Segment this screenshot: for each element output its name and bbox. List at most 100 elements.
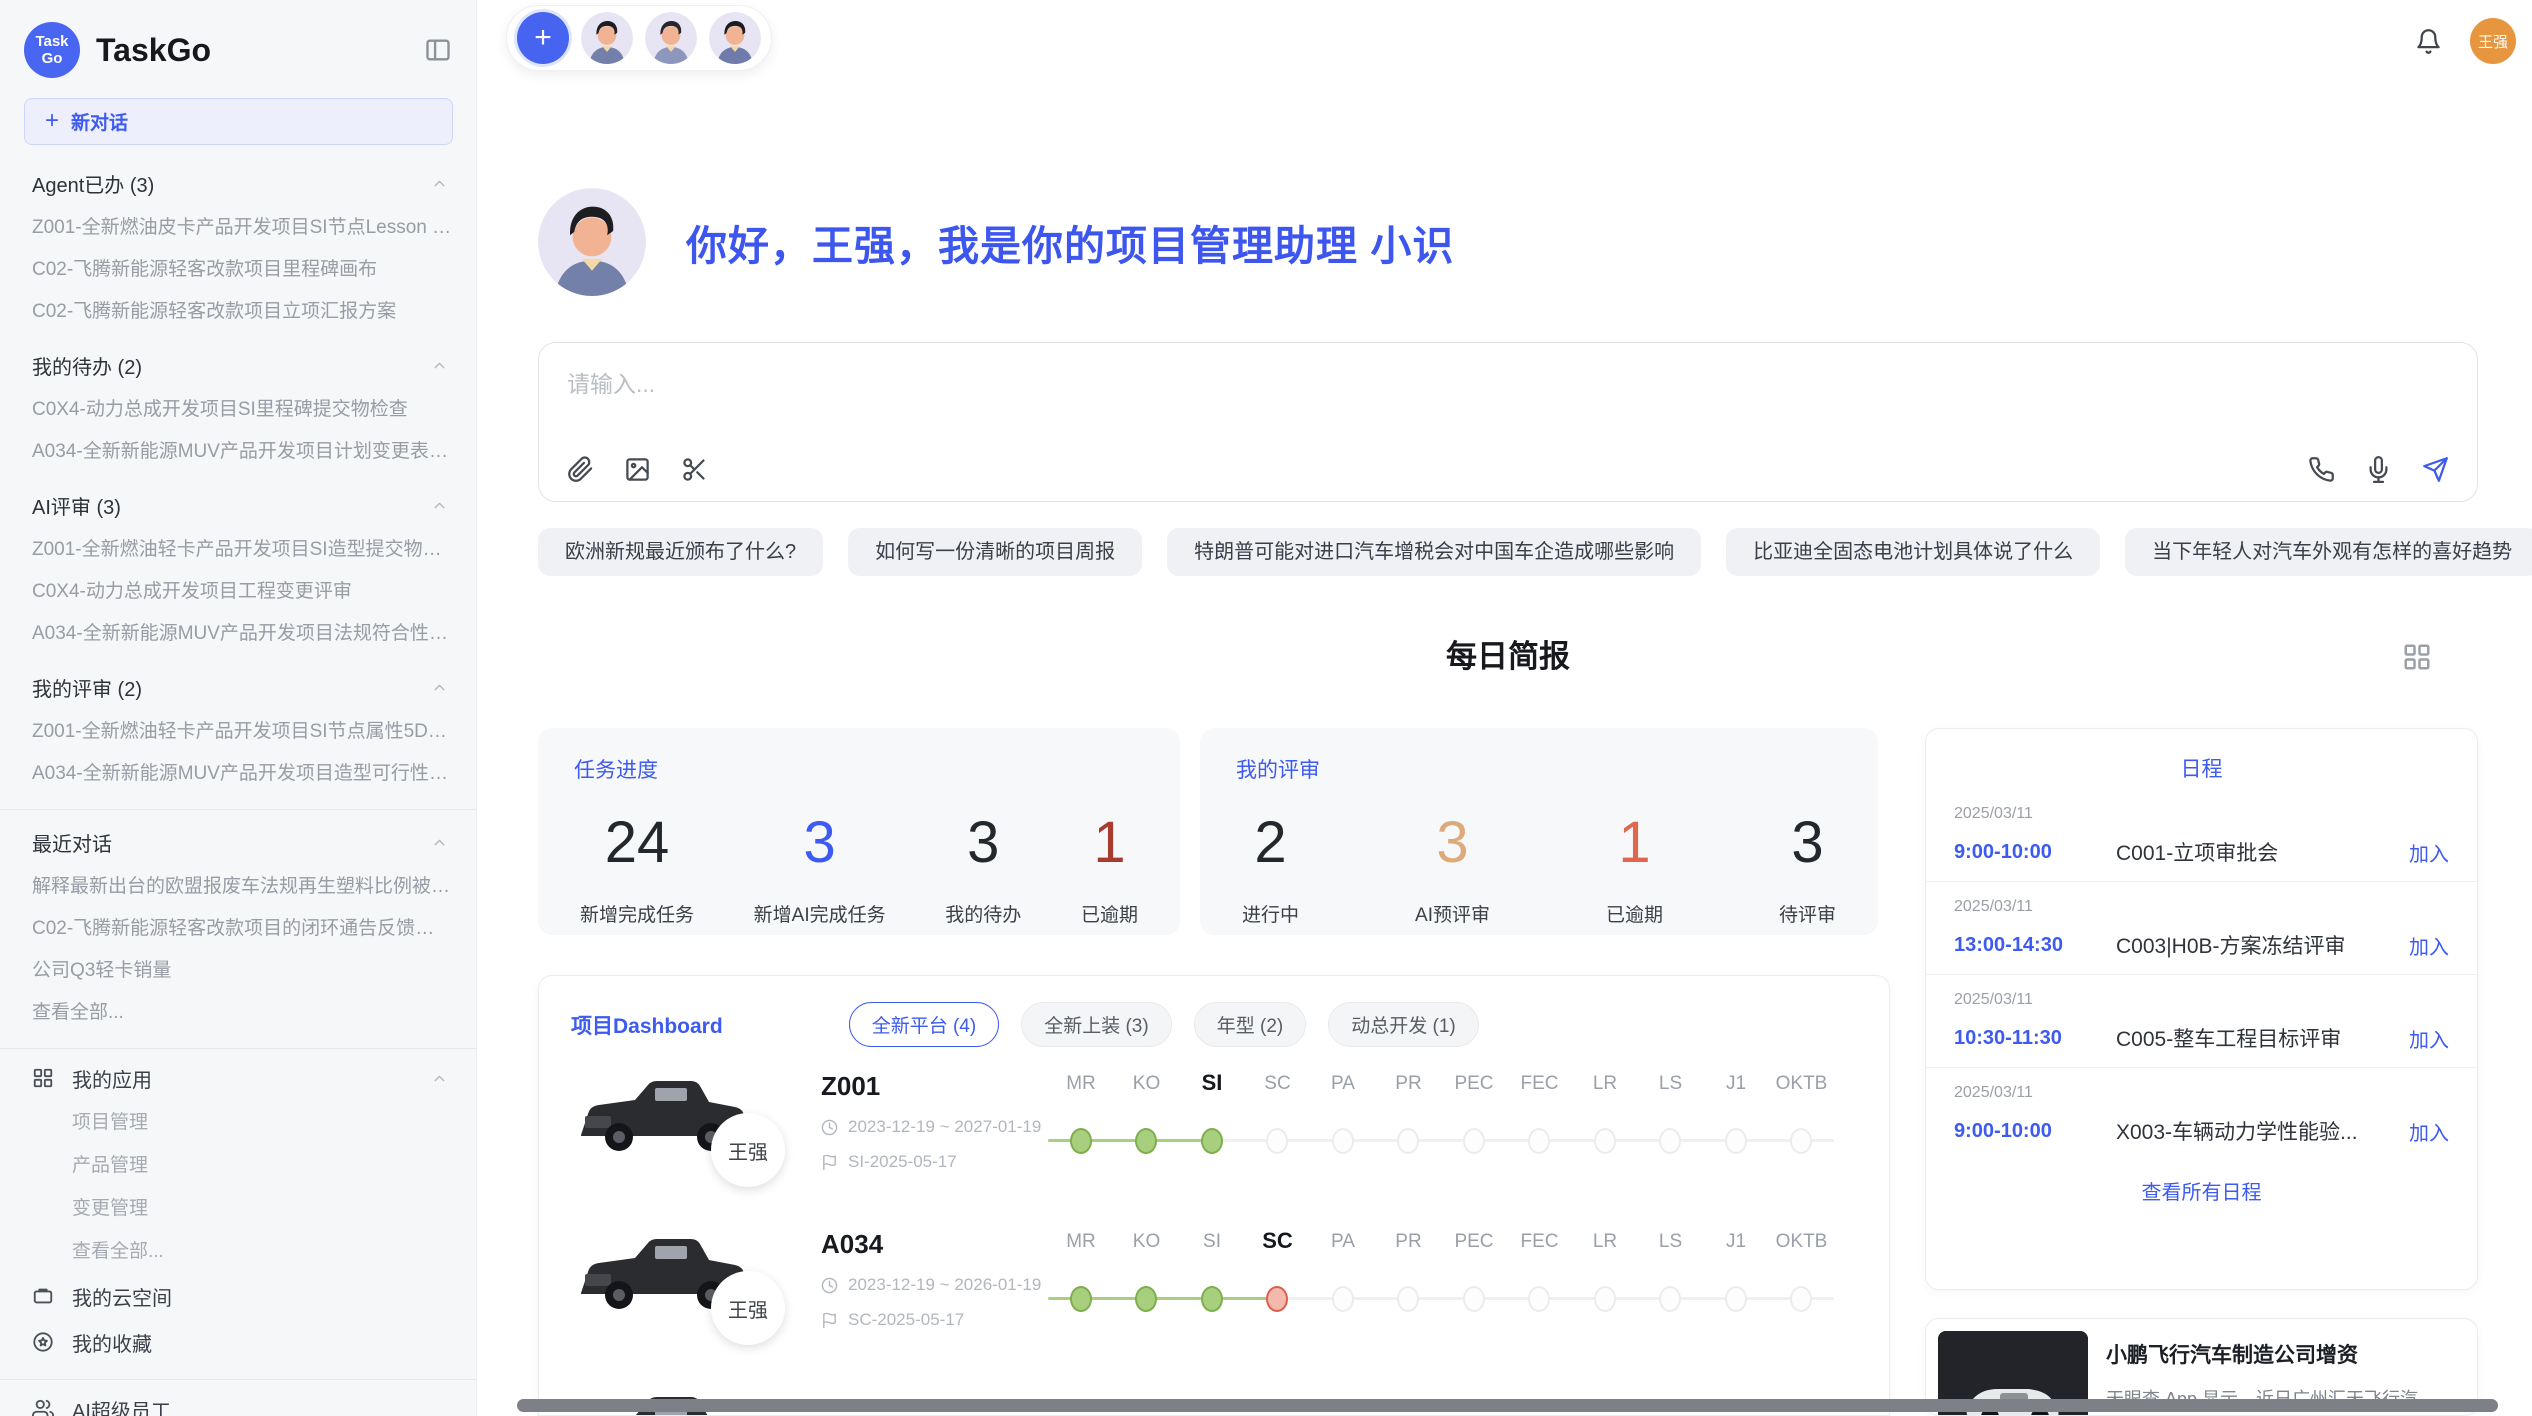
project-dates: 2023-12-19 ~ 2026-01-19 (821, 1275, 1041, 1295)
schedule-panel: 日程 2025/03/119:00-10:00C001-立项审批会加入2025/… (1925, 728, 2478, 1290)
milestone-dot[interactable] (1135, 1286, 1157, 1312)
dashboard-tab[interactable]: 全新上装 (3) (1021, 1002, 1172, 1047)
sidebar-item[interactable]: C02-飞腾新能源轻客改款项目里程碑画布 (0, 249, 476, 291)
milestone-dot[interactable] (1135, 1128, 1157, 1154)
milestone-dot[interactable] (1397, 1128, 1419, 1154)
sidebar-item-tool[interactable]: AI超级员工 (0, 1386, 476, 1416)
attachment-icon[interactable] (567, 456, 594, 483)
sidebar-item[interactable]: C02-飞腾新能源轻客改款项目立项汇报方案 (0, 291, 476, 333)
user-avatar[interactable]: 王强 (2470, 18, 2516, 64)
milestone-dot[interactable] (1201, 1286, 1223, 1312)
suggestion-chip[interactable]: 当下年轻人对汽车外观有怎样的喜好趋势 (2125, 528, 2532, 576)
layout-grid-icon[interactable] (2402, 642, 2432, 672)
milestone-dot[interactable] (1528, 1128, 1550, 1154)
app-sub-item[interactable]: 查看全部... (0, 1230, 476, 1273)
sidebar-section-header[interactable]: AI评审 (3) (0, 481, 476, 529)
suggestion-chips: 欧洲新规最近颁布了什么? 如何写一份清晰的项目周报特朗普可能对进口汽车增税会对中国… (538, 528, 2478, 576)
project-row[interactable]: 王强A0342023-12-19 ~ 2026-01-19SC-2025-05-… (539, 1215, 1889, 1373)
recent-chat-item[interactable]: 公司Q3轻卡销量 (0, 950, 476, 992)
schedule-item[interactable]: 2025/03/119:00-10:00X003-车辆动力学性能验...加入 (1926, 1067, 2477, 1160)
sidebar-item[interactable]: Z001-全新燃油轻卡产品开发项目SI节点属性5D文件评审 (0, 711, 476, 753)
suggestion-chip[interactable]: 欧洲新规最近颁布了什么? (538, 528, 823, 576)
dashboard-tab[interactable]: 年型 (2) (1194, 1002, 1307, 1047)
join-link[interactable]: 加入 (2409, 1117, 2449, 1146)
app-sub-item[interactable]: 变更管理 (0, 1187, 476, 1230)
milestone-dot[interactable] (1659, 1286, 1681, 1312)
app-sub-item[interactable]: 项目管理 (0, 1101, 476, 1144)
new-chat-button[interactable]: + 新对话 (24, 98, 453, 145)
session-avatar[interactable] (581, 12, 633, 64)
new-session-button[interactable]: + (517, 12, 569, 64)
milestone-dot[interactable] (1201, 1128, 1223, 1154)
recent-chat-item[interactable]: 解释最新出台的欧盟报废车法规再生塑料比例被调至15%... (0, 866, 476, 908)
sidebar-item[interactable]: A034-全新新能源MUV产品开发项目法规符合性评审 (0, 613, 476, 655)
notification-bell-icon[interactable] (2415, 28, 2442, 55)
session-avatar[interactable] (709, 12, 761, 64)
milestone-dot[interactable] (1266, 1128, 1288, 1154)
sidebar-item[interactable]: Z001-全新燃油皮卡产品开发项目SI节点Lesson Learn报告 (0, 207, 476, 249)
suggestion-chip[interactable]: 如何写一份清晰的项目周报 (848, 528, 1142, 576)
sidebar-collapse-icon[interactable] (424, 36, 452, 64)
milestone-dot[interactable] (1528, 1286, 1550, 1312)
view-all-schedule-link[interactable]: 查看所有日程 (1926, 1160, 2477, 1205)
phone-call-icon[interactable] (2308, 456, 2335, 483)
stat-value: 1 (1606, 814, 1663, 872)
project-row[interactable]: 王强Z0012023-12-19 ~ 2027-01-19SI-2025-05-… (539, 1057, 1889, 1215)
sidebar-item[interactable]: C0X4-动力总成开发项目工程变更评审 (0, 571, 476, 613)
milestone-dot[interactable] (1266, 1286, 1288, 1312)
milestone-dot[interactable] (1594, 1286, 1616, 1312)
milestone-dot[interactable] (1790, 1128, 1812, 1154)
recent-chat-item[interactable]: C02-飞腾新能源轻客改款项目的闭环通告反馈情况 (0, 908, 476, 950)
app-sub-item[interactable]: 产品管理 (0, 1144, 476, 1187)
milestone-dot[interactable] (1070, 1128, 1092, 1154)
sidebar-section-header[interactable]: Agent已办 (3) (0, 159, 476, 207)
suggestion-chip[interactable]: 特朗普可能对进口汽车增税会对中国车企造成哪些影响 (1167, 528, 1701, 576)
milestone-dot[interactable] (1790, 1286, 1812, 1312)
dashboard-tab[interactable]: 全新平台 (4) (849, 1002, 1000, 1047)
sidebar-item-entry[interactable]: 我的收藏 (0, 1319, 476, 1365)
stat: 3待评审 (1779, 814, 1836, 927)
join-link[interactable]: 加入 (2409, 1024, 2449, 1053)
sidebar-section-header[interactable]: 我的评审 (2) (0, 663, 476, 711)
schedule-item[interactable]: 2025/03/1113:00-14:30C003|H0B-方案冻结评审加入 (1926, 881, 2477, 974)
sidebar-item-entry[interactable]: 我的云空间 (0, 1273, 476, 1319)
schedule-item[interactable]: 2025/03/1110:30-11:30C005-整车工程目标评审加入 (1926, 974, 2477, 1067)
recent-chat-item[interactable]: 查看全部... (0, 992, 476, 1034)
sidebar-item[interactable]: A034-全新新能源MUV产品开发项目造型可行性评审 (0, 753, 476, 795)
sidebar-item[interactable]: C0X4-动力总成开发项目SI里程碑提交物检查 (0, 389, 476, 431)
suggestion-chip[interactable]: 比亚迪全固态电池计划具体说了什么 (1726, 528, 2100, 576)
sidebar-section-header[interactable]: 我的待办 (2) (0, 341, 476, 389)
stat: 24新增完成任务 (580, 814, 694, 927)
sidebar-item[interactable]: Z001-全新燃油轻卡产品开发项目SI造型提交物评审 (0, 529, 476, 571)
milestone-dot[interactable] (1397, 1286, 1419, 1312)
sidebar-item[interactable]: A034-全新新能源MUV产品开发项目计划变更表编写 (0, 431, 476, 473)
milestone-dot[interactable] (1463, 1286, 1485, 1312)
milestone-dot[interactable] (1725, 1128, 1747, 1154)
milestone-dot[interactable] (1725, 1286, 1747, 1312)
horizontal-scrollbar[interactable] (517, 1399, 2498, 1412)
stat-label: 进行中 (1242, 900, 1299, 927)
dashboard-tab[interactable]: 动总开发 (1) (1328, 1002, 1479, 1047)
image-upload-icon[interactable] (624, 456, 651, 483)
milestone-dot[interactable] (1594, 1128, 1616, 1154)
milestone-label: OKTB (1769, 1073, 1835, 1095)
join-link[interactable]: 加入 (2409, 838, 2449, 867)
session-avatar[interactable] (645, 12, 697, 64)
microphone-icon[interactable] (2365, 456, 2392, 483)
divider (0, 1379, 476, 1380)
chat-input[interactable] (567, 365, 2167, 421)
recent-chats-header[interactable]: 最近对话 (0, 818, 476, 866)
sidebar-item-my-apps[interactable]: 我的应用 (0, 1055, 476, 1101)
milestone-label: PA (1310, 1073, 1376, 1095)
milestone-dot[interactable] (1332, 1286, 1354, 1312)
milestone-dot[interactable] (1332, 1128, 1354, 1154)
milestone-dot[interactable] (1070, 1286, 1092, 1312)
milestone-dot[interactable] (1659, 1128, 1681, 1154)
join-link[interactable]: 加入 (2409, 931, 2449, 960)
milestone-label: J1 (1703, 1073, 1769, 1095)
schedule-item[interactable]: 2025/03/119:00-10:00C001-立项审批会加入 (1926, 789, 2477, 881)
schedule-date: 2025/03/11 (1954, 898, 2449, 916)
send-icon[interactable] (2422, 456, 2449, 483)
scissors-icon[interactable] (681, 456, 708, 483)
milestone-dot[interactable] (1463, 1128, 1485, 1154)
